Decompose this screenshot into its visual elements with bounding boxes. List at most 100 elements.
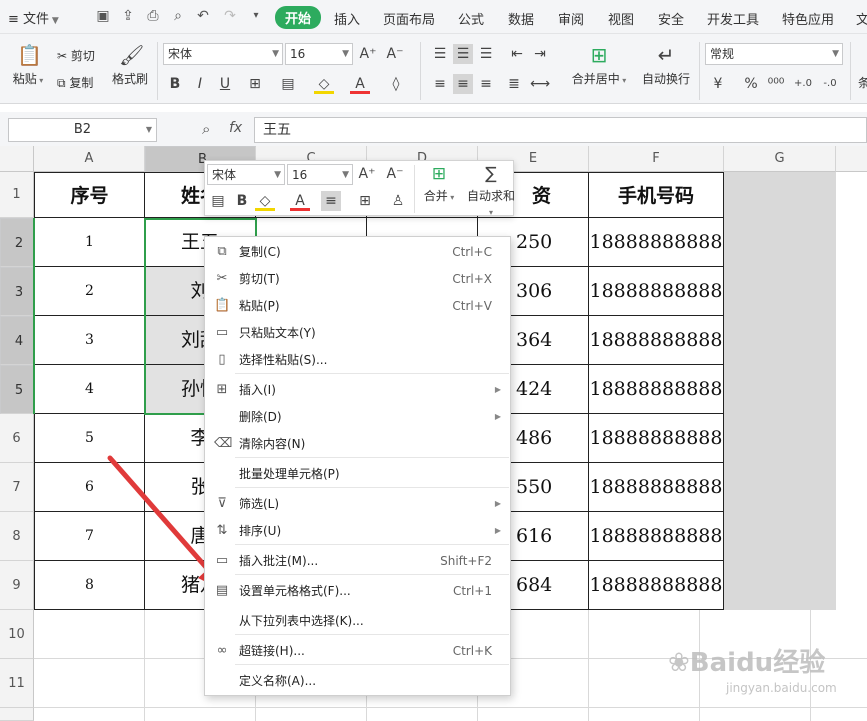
mini-font-name-select[interactable]: 宋体 ▼ (207, 164, 285, 185)
cell-a4[interactable]: 3 (34, 316, 145, 365)
border-icon[interactable]: ⊞ (355, 191, 375, 211)
cell-f8[interactable]: 18888888888 (589, 512, 724, 561)
context-item-15[interactable]: ∞ 超链接(H)... Ctrl+K (205, 638, 510, 664)
font-color-icon[interactable]: A (350, 74, 370, 94)
format-painter-button[interactable]: 🖌 格式刷 (108, 44, 152, 87)
underline-icon[interactable]: U (215, 74, 235, 94)
fx-button[interactable]: fx (229, 120, 242, 136)
context-item-16[interactable]: 定义名称(A)... (205, 668, 510, 694)
cell-f3[interactable]: 18888888888 (589, 267, 724, 316)
tab-view[interactable]: 视图 (608, 9, 634, 28)
context-item-12[interactable]: ▭ 插入批注(M)... Shift+F2 (205, 548, 510, 574)
save-icon[interactable]: ▣ (95, 8, 111, 24)
cell-a5[interactable]: 4 (34, 365, 145, 414)
align-center-icon[interactable]: ≡ (321, 191, 341, 211)
select-all-corner[interactable] (0, 146, 34, 172)
file-menu[interactable]: ≡ 文件 ▼ (8, 8, 59, 27)
row-header-9[interactable]: 9 (0, 561, 34, 610)
column-g-empty[interactable] (724, 172, 836, 610)
context-item-3[interactable]: 📋 粘贴(P) Ctrl+V (205, 293, 510, 319)
cell-f5[interactable]: 18888888888 (589, 365, 724, 414)
copy-button[interactable]: ⧉ 复制 (57, 74, 93, 91)
decimal-decrease-icon[interactable]: -.0 (820, 74, 840, 94)
context-item-9[interactable]: 批量处理单元格(P) (205, 461, 510, 487)
context-item-2[interactable]: ✂ 剪切(T) Ctrl+X (205, 266, 510, 292)
tab-formulas[interactable]: 公式 (458, 9, 484, 28)
cell-f6[interactable]: 18888888888 (589, 414, 724, 463)
context-item-6[interactable]: ⊞ 插入(I) ▶ (205, 377, 510, 403)
tab-special[interactable]: 特色应用 (782, 9, 834, 28)
align-right-icon[interactable]: ≡ (476, 74, 496, 94)
indent-decrease-icon[interactable]: ⇤ (507, 44, 527, 64)
cell-f7[interactable]: 18888888888 (589, 463, 724, 512)
name-box[interactable]: B2 ▼ (8, 118, 157, 142)
context-item-1[interactable]: ⧉ 复制(C) Ctrl+C (205, 239, 510, 265)
tab-page-layout[interactable]: 页面布局 (383, 9, 435, 28)
paste-button[interactable]: 📋 粘贴 ▾ (10, 44, 46, 87)
italic-icon[interactable]: I (190, 74, 210, 94)
export-icon[interactable]: ⇪ (120, 8, 136, 24)
cell-f4[interactable]: 18888888888 (589, 316, 724, 365)
print-preview-icon[interactable]: ⌕ (170, 8, 186, 24)
tab-data[interactable]: 数据 (508, 9, 534, 28)
header-cell-seq[interactable]: 序号 (34, 172, 145, 218)
row-header-11[interactable]: 11 (0, 659, 34, 708)
merge-center-button[interactable]: ⊞ 合并居中 ▾ (566, 44, 632, 87)
context-item-8[interactable]: ⌫ 清除内容(N) (205, 431, 510, 457)
font-size-select[interactable]: 16 ▼ (285, 43, 353, 65)
format-painter-icon[interactable]: ♙ (388, 191, 408, 211)
percent-icon[interactable]: % (741, 74, 761, 94)
row-header-1[interactable]: 1 (0, 172, 34, 218)
bold-icon[interactable]: B (165, 74, 185, 94)
cell-f2[interactable]: 18888888888 (589, 218, 724, 267)
align-bottom-icon[interactable]: ☰ (476, 44, 496, 64)
fill-color-icon[interactable]: ◇ (255, 191, 275, 211)
tab-insert[interactable]: 插入 (334, 9, 360, 28)
increase-font-icon[interactable]: A⁺ (357, 164, 377, 184)
mini-autosum-button[interactable]: ∑ 自动求和 ▾ (465, 164, 517, 218)
customize-dropdown-icon[interactable]: ▾ (248, 8, 264, 24)
row-header-8[interactable]: 8 (0, 512, 34, 561)
redo-icon[interactable]: ↷ (222, 8, 238, 24)
column-header-a[interactable]: A (34, 146, 145, 172)
conditional-format-button[interactable]: 条 (858, 74, 867, 91)
font-name-select[interactable]: 宋体 ▼ (163, 43, 283, 65)
indent-increase-icon[interactable]: ⇥ (530, 44, 550, 64)
column-header-g[interactable]: G (724, 146, 836, 172)
clear-format-icon[interactable]: ◊ (386, 74, 406, 94)
context-item-11[interactable]: ⇅ 排序(U) ▶ (205, 518, 510, 544)
cell-a3[interactable]: 2 (34, 267, 145, 316)
tab-security[interactable]: 安全 (658, 9, 684, 28)
row-header-5[interactable]: 5 (0, 365, 34, 414)
decimal-increase-icon[interactable]: +.0 (793, 74, 813, 94)
align-center-icon[interactable]: ≡ (453, 74, 473, 94)
row-header-10[interactable]: 10 (0, 610, 34, 659)
context-item-4[interactable]: ▭ 只粘贴文本(Y) (205, 320, 510, 346)
context-item-14[interactable]: 从下拉列表中选择(K)... (205, 608, 510, 634)
increase-font-icon[interactable]: A⁺ (358, 44, 378, 64)
context-item-5[interactable]: ▯ 选择性粘贴(S)... (205, 347, 510, 373)
context-item-13[interactable]: ▤ 设置单元格格式(F)... Ctrl+1 (205, 578, 510, 604)
row-header-6[interactable]: 6 (0, 414, 34, 463)
distribute-icon[interactable]: ⟷ (530, 74, 550, 94)
fill-color-icon[interactable]: ◇ (314, 74, 334, 94)
wrap-text-button[interactable]: ↵ 自动换行 (638, 44, 694, 87)
thousands-icon[interactable]: ⁰⁰⁰ (766, 74, 786, 94)
row-header-12[interactable] (0, 708, 34, 721)
justify-icon[interactable]: ≣ (504, 74, 524, 94)
align-middle-icon[interactable]: ☰ (453, 44, 473, 64)
bold-icon[interactable]: B (232, 191, 252, 211)
tab-developer[interactable]: 开发工具 (707, 9, 759, 28)
tab-review[interactable]: 审阅 (558, 9, 584, 28)
cell-style-icon[interactable]: ▤ (278, 74, 298, 94)
border-icon[interactable]: ⊞ (245, 74, 265, 94)
align-top-icon[interactable]: ☰ (430, 44, 450, 64)
zoom-icon[interactable]: ⌕ (202, 120, 210, 138)
cell-a2[interactable]: 1 (34, 218, 145, 267)
column-header-next[interactable] (836, 146, 867, 172)
number-format-select[interactable]: 常规 ▼ (705, 43, 843, 65)
cut-button[interactable]: ✂ 剪切 (57, 47, 95, 64)
column-header-f[interactable]: F (589, 146, 724, 172)
align-left-icon[interactable]: ≡ (430, 74, 450, 94)
undo-icon[interactable]: ↶ (195, 8, 211, 24)
